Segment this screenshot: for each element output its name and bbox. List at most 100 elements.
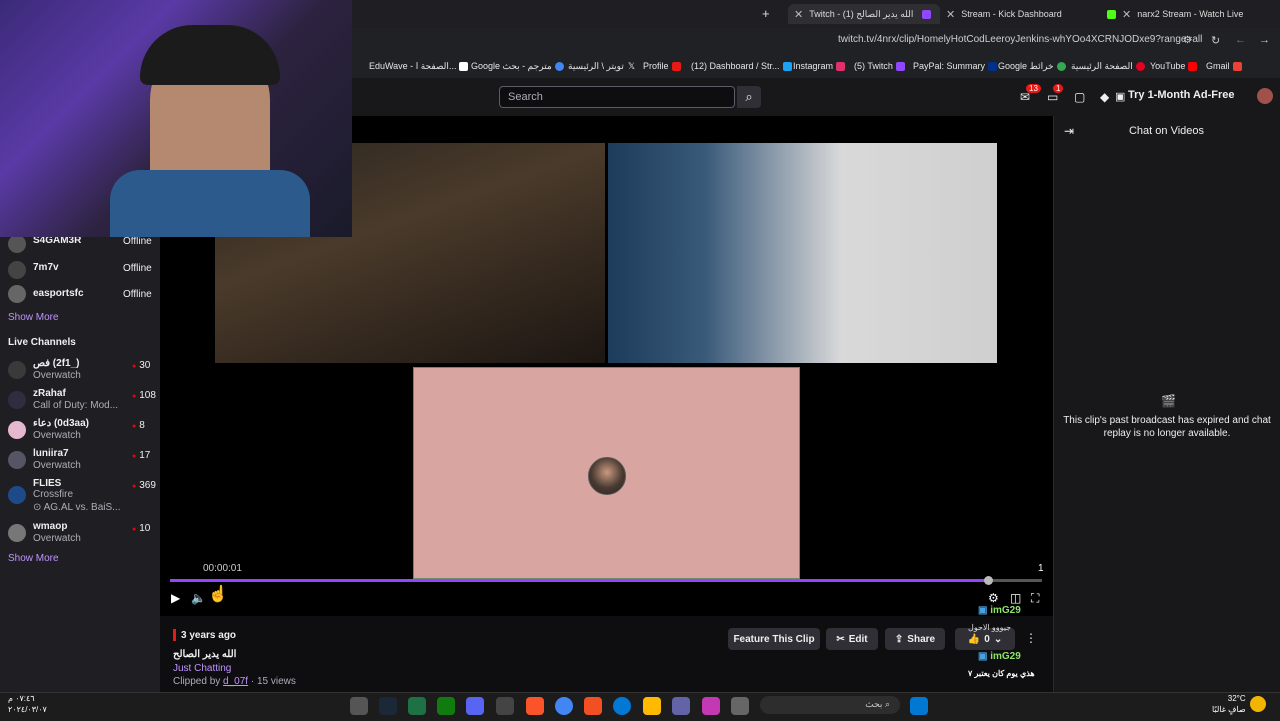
settings-icon[interactable]: ⚙ <box>988 591 999 605</box>
taskbar-search[interactable]: بحث ⌕ <box>760 696 900 714</box>
reload-icon[interactable]: ↻ <box>1211 34 1220 47</box>
site-settings-icon[interactable]: ⚙ <box>1183 35 1192 46</box>
store-icon[interactable] <box>584 697 602 715</box>
live-channel[interactable]: فص (2f1_) Overwatch ● 30 <box>8 358 158 382</box>
copilot-icon[interactable] <box>702 697 720 715</box>
thumbs-up-icon: 👍 <box>967 633 981 645</box>
progress-bar-fill[interactable] <box>170 579 990 582</box>
brave-icon[interactable] <box>526 697 544 715</box>
progress-scrubber[interactable] <box>984 576 993 585</box>
weather-widget[interactable]: 32°C صافٍ غالبًا <box>1212 693 1246 715</box>
inbox-icon[interactable]: ▭ 1 <box>1047 84 1064 104</box>
clip-category-link[interactable]: Just Chatting <box>173 663 231 674</box>
live-channel[interactable]: zRahaf Call of Duty: Mod... ● 108 <box>8 388 158 412</box>
bookmark-dashboard[interactable]: (12) Dashboard / Str... <box>691 61 792 72</box>
whispers-icon[interactable]: ▢ <box>1074 90 1088 104</box>
theatre-mode-icon[interactable]: ◫ <box>1010 591 1021 605</box>
close-tab-icon[interactable]: ✕ <box>946 8 955 21</box>
bookmark-profile[interactable]: Profile <box>643 61 681 72</box>
clapperboard-icon: 🎬 <box>1161 394 1176 408</box>
stream-title: ⊙ AG.AL vs. BaiS... <box>33 502 121 513</box>
avatar <box>8 524 26 542</box>
tab-label: Stream - Kick Dashboard <box>961 9 1062 19</box>
excel-icon[interactable] <box>408 697 426 715</box>
live-channel[interactable]: دعاء (0d3aa) Overwatch ● 8 <box>8 418 158 442</box>
forward-icon[interactable]: → <box>1259 34 1270 46</box>
bookmark-pinterest[interactable]: الصفحة الرئيسية <box>1071 61 1145 72</box>
chrome-icon[interactable] <box>555 697 573 715</box>
close-tab-icon[interactable]: ✕ <box>1122 8 1131 21</box>
back-icon[interactable]: ← <box>1235 34 1246 46</box>
bookmark-gmail[interactable]: Gmail <box>1206 61 1242 72</box>
live-channel[interactable]: wmaop Overwatch ● 10 <box>8 521 158 545</box>
try-ad-free-button[interactable]: Try 1-Month Ad-Free <box>1128 89 1235 101</box>
clipper-link[interactable]: d_07f <box>223 676 248 687</box>
video-timecode: 00:00:01 <box>203 563 242 574</box>
app-icon[interactable] <box>350 697 368 715</box>
clipped-by: Clipped by d_07f · 15 views <box>173 676 296 687</box>
address-bar[interactable]: twitch.tv/4nrx/clip/HomelyHotCodLeeroyJe… <box>838 34 1202 45</box>
tab-twitch-clip[interactable]: ✕ Twitch - الله يدير الصالح (1) <box>788 4 940 24</box>
show-more-followed[interactable]: Show More <box>8 312 59 323</box>
live-channels-heading: Live Channels <box>8 337 76 348</box>
more-options-icon[interactable]: ⋮ <box>1025 631 1037 645</box>
bookmark-paypal[interactable]: PayPal: Summary <box>913 61 998 72</box>
search-input[interactable]: Search <box>499 86 735 108</box>
app-icon[interactable] <box>731 697 749 715</box>
share-button[interactable]: ⇪ Share <box>885 628 945 650</box>
tab-kick-stream[interactable]: ✕ narx2 Stream - Watch Live <box>1104 4 1254 24</box>
discord-icon[interactable] <box>466 697 484 715</box>
bits-icon[interactable]: ◆ <box>1100 90 1114 104</box>
scissors-icon: ✂ <box>836 633 845 645</box>
progress-bar-track[interactable] <box>990 579 1042 582</box>
fullscreen-icon[interactable]: ⛶ <box>1031 591 1039 606</box>
avatar <box>8 285 26 303</box>
xbox-icon[interactable] <box>437 697 455 715</box>
feature-clip-button[interactable]: Feature This Clip <box>728 628 820 650</box>
close-tab-icon[interactable]: ✕ <box>794 8 803 21</box>
kick-favicon-icon <box>1107 9 1116 19</box>
notifications-icon[interactable]: ✉ 13 <box>1020 84 1041 104</box>
steam-icon[interactable] <box>379 697 397 715</box>
avatar <box>8 391 26 409</box>
play-icon[interactable]: ▶ <box>171 591 180 605</box>
followed-channel[interactable]: 7m7v Offline <box>8 261 158 279</box>
overlay-chat-user: ▣ imG29 <box>978 605 1021 616</box>
bookmark-eduwave[interactable]: EduWave - الصفحة ا... <box>369 61 469 72</box>
volume-icon[interactable]: 🔈 <box>191 591 206 605</box>
bookmark-google-maps[interactable]: Google خرائط <box>998 61 1066 72</box>
search-button[interactable]: ⌕ <box>737 86 761 108</box>
edge-icon[interactable] <box>613 697 631 715</box>
tab-kick-dashboard[interactable]: ✕ Stream - Kick Dashboard <box>946 4 1076 24</box>
show-more-live[interactable]: Show More <box>8 553 59 564</box>
windows-start-icon[interactable] <box>910 697 928 715</box>
adfree-icon: ▣ <box>1115 91 1126 103</box>
bookmark-google-translate[interactable]: Google مترجم - بحث <box>471 61 564 72</box>
video-feed-right <box>608 143 997 363</box>
bookmark-twitch[interactable]: (5) Twitch <box>854 61 905 72</box>
broadcast-icon: ⊙ <box>33 502 44 513</box>
chat-expired-message: This clip's past broadcast has expired a… <box>1063 415 1271 439</box>
followed-channel[interactable]: easportsfc Offline <box>8 285 158 303</box>
file-explorer-icon[interactable] <box>643 697 661 715</box>
new-tab-icon[interactable]: + <box>762 6 770 21</box>
bookmark-instagram[interactable]: Instagram <box>793 61 846 72</box>
followed-channel[interactable]: S4GAM3R Offline <box>8 235 158 253</box>
clip-counter: 1 <box>1038 563 1044 574</box>
avatar <box>8 421 26 439</box>
user-avatar[interactable] <box>1257 88 1273 104</box>
avatar <box>8 451 26 469</box>
participant-avatar <box>588 457 626 495</box>
mouse-cursor-icon: ☝ <box>208 586 228 603</box>
app-icon[interactable] <box>496 697 514 715</box>
live-channel[interactable]: FLIES Crossfire ⊙ AG.AL vs. BaiS... ● 369 <box>8 478 158 513</box>
taskbar-clock: ٠٧:٤٦ م ٢٠٢٤/٠٣/٠٧ <box>8 694 47 714</box>
live-dot-icon: ● <box>132 526 137 533</box>
teams-icon[interactable] <box>672 697 690 715</box>
live-dot-icon: ● <box>132 423 137 430</box>
bookmark-youtube[interactable]: YouTube <box>1150 61 1198 72</box>
overlay-chat-user: ▣ imG29 <box>978 651 1021 662</box>
live-channel[interactable]: luniira7 Overwatch ● 17 <box>8 448 158 472</box>
edit-button[interactable]: ✂ Edit <box>826 628 878 650</box>
bookmark-twitter[interactable]: تويتر \ الرئيسية 𝕏 <box>568 61 635 72</box>
